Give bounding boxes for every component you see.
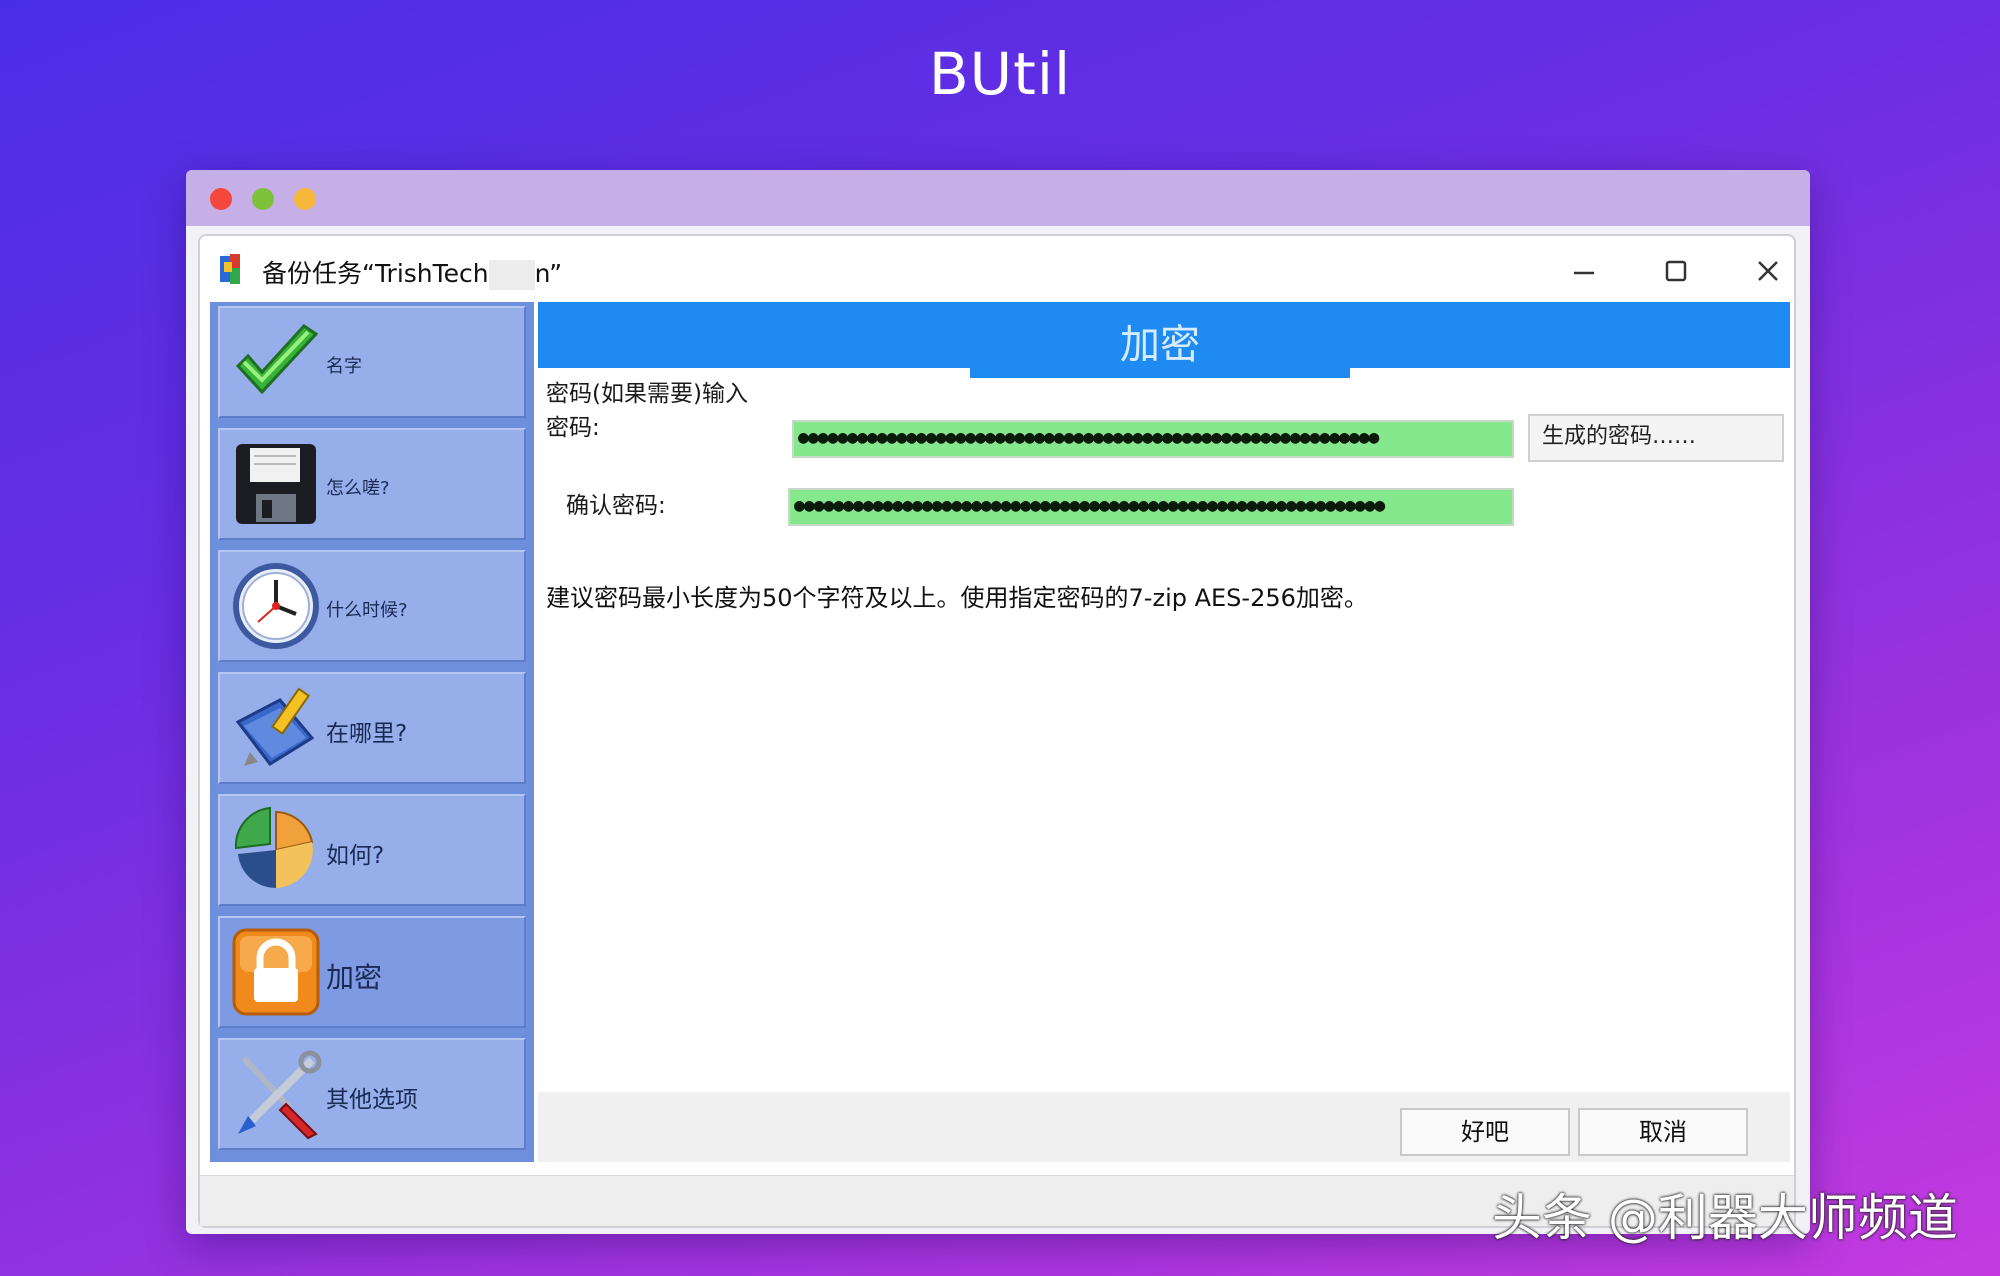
password-label-line1: 密码(如果需要)输入 <box>546 381 748 407</box>
tools-icon <box>238 1050 322 1140</box>
app-icon <box>220 254 240 284</box>
sidebar-item-label: 在哪里? <box>326 721 408 747</box>
dialog-title-end: n” <box>534 259 563 288</box>
encryption-panel: 密码(如果需要)输入 密码: ●●●●●●●●●●●●●●●●●●●●●●●●●… <box>538 368 1790 928</box>
mac-minimize-button[interactable] <box>252 188 274 210</box>
sidebar-item-what[interactable]: 怎么嗟? <box>218 428 526 540</box>
mac-window-frame: 备份任务“TrishTech n” 名字 怎么嗟? 什么时候? 在哪里? 如何?… <box>186 170 1810 1234</box>
clock-icon <box>233 563 319 649</box>
section-title: 加密 <box>1120 322 1200 368</box>
sidebar-item-how[interactable]: 如何? <box>218 794 526 906</box>
password-input[interactable]: ●●●●●●●●●●●●●●●●●●●●●●●●●●●●●●●●●●●●●●●●… <box>792 420 1514 458</box>
folder-pencil-icon <box>235 687 315 766</box>
maximize-icon[interactable] <box>1646 246 1706 296</box>
minimize-icon[interactable] <box>1554 246 1614 296</box>
floppy-disk-icon <box>236 444 316 524</box>
mac-zoom-button[interactable] <box>294 188 316 210</box>
sidebar-item-where[interactable]: 在哪里? <box>218 672 526 784</box>
password-label-line2: 密码: <box>546 415 600 441</box>
sidebar-item-label: 其他选项 <box>326 1087 418 1113</box>
sidebar: 名字 怎么嗟? 什么时候? 在哪里? 如何? 加密 其他选项 <box>210 302 534 1162</box>
confirm-password-label: 确认密码: <box>566 493 666 519</box>
mac-close-button[interactable] <box>210 188 232 210</box>
sidebar-item-other-options[interactable]: 其他选项 <box>218 1038 526 1150</box>
sidebar-item-name[interactable]: 名字 <box>218 306 526 418</box>
confirm-password-input[interactable]: ●●●●●●●●●●●●●●●●●●●●●●●●●●●●●●●●●●●●●●●●… <box>788 488 1514 526</box>
close-icon[interactable] <box>1738 246 1798 296</box>
generate-password-button[interactable]: 生成的密码…… <box>1528 414 1784 462</box>
app-title: BUtil <box>928 40 1072 108</box>
dialog-window: 备份任务“TrishTech n” 名字 怎么嗟? 什么时候? 在哪里? 如何?… <box>198 234 1796 1228</box>
mac-titlebar <box>186 170 1810 226</box>
sidebar-item-label: 什么时候? <box>326 600 408 621</box>
password-hint: 建议密码最小长度为50个字符及以上。使用指定密码的7-zip AES-256加密… <box>546 584 1368 612</box>
sidebar-item-label: 名字 <box>326 356 362 377</box>
ok-button[interactable]: 好吧 <box>1400 1108 1570 1156</box>
dialog-title-text: 备份任务“TrishTech <box>262 259 489 288</box>
pie-chart-icon <box>234 806 314 889</box>
sidebar-item-label: 加密 <box>326 961 383 994</box>
section-banner: 加密 <box>538 302 1790 378</box>
lock-icon <box>232 928 320 1016</box>
section-banner-tab: 加密 <box>970 302 1350 378</box>
dialog-title: 备份任务“TrishTech n” <box>262 254 562 290</box>
title-redaction <box>488 260 535 290</box>
sidebar-item-when[interactable]: 什么时候? <box>218 550 526 662</box>
sidebar-item-encryption[interactable]: 加密 <box>218 916 526 1028</box>
watermark: 头条 @利器大师频道 <box>1492 1189 1958 1247</box>
sidebar-item-label: 如何? <box>326 843 385 869</box>
checkmark-icon <box>235 324 319 395</box>
cancel-button[interactable]: 取消 <box>1578 1108 1748 1156</box>
sidebar-item-label: 怎么嗟? <box>326 478 390 499</box>
dialog-footer: 好吧 取消 <box>538 1092 1790 1162</box>
